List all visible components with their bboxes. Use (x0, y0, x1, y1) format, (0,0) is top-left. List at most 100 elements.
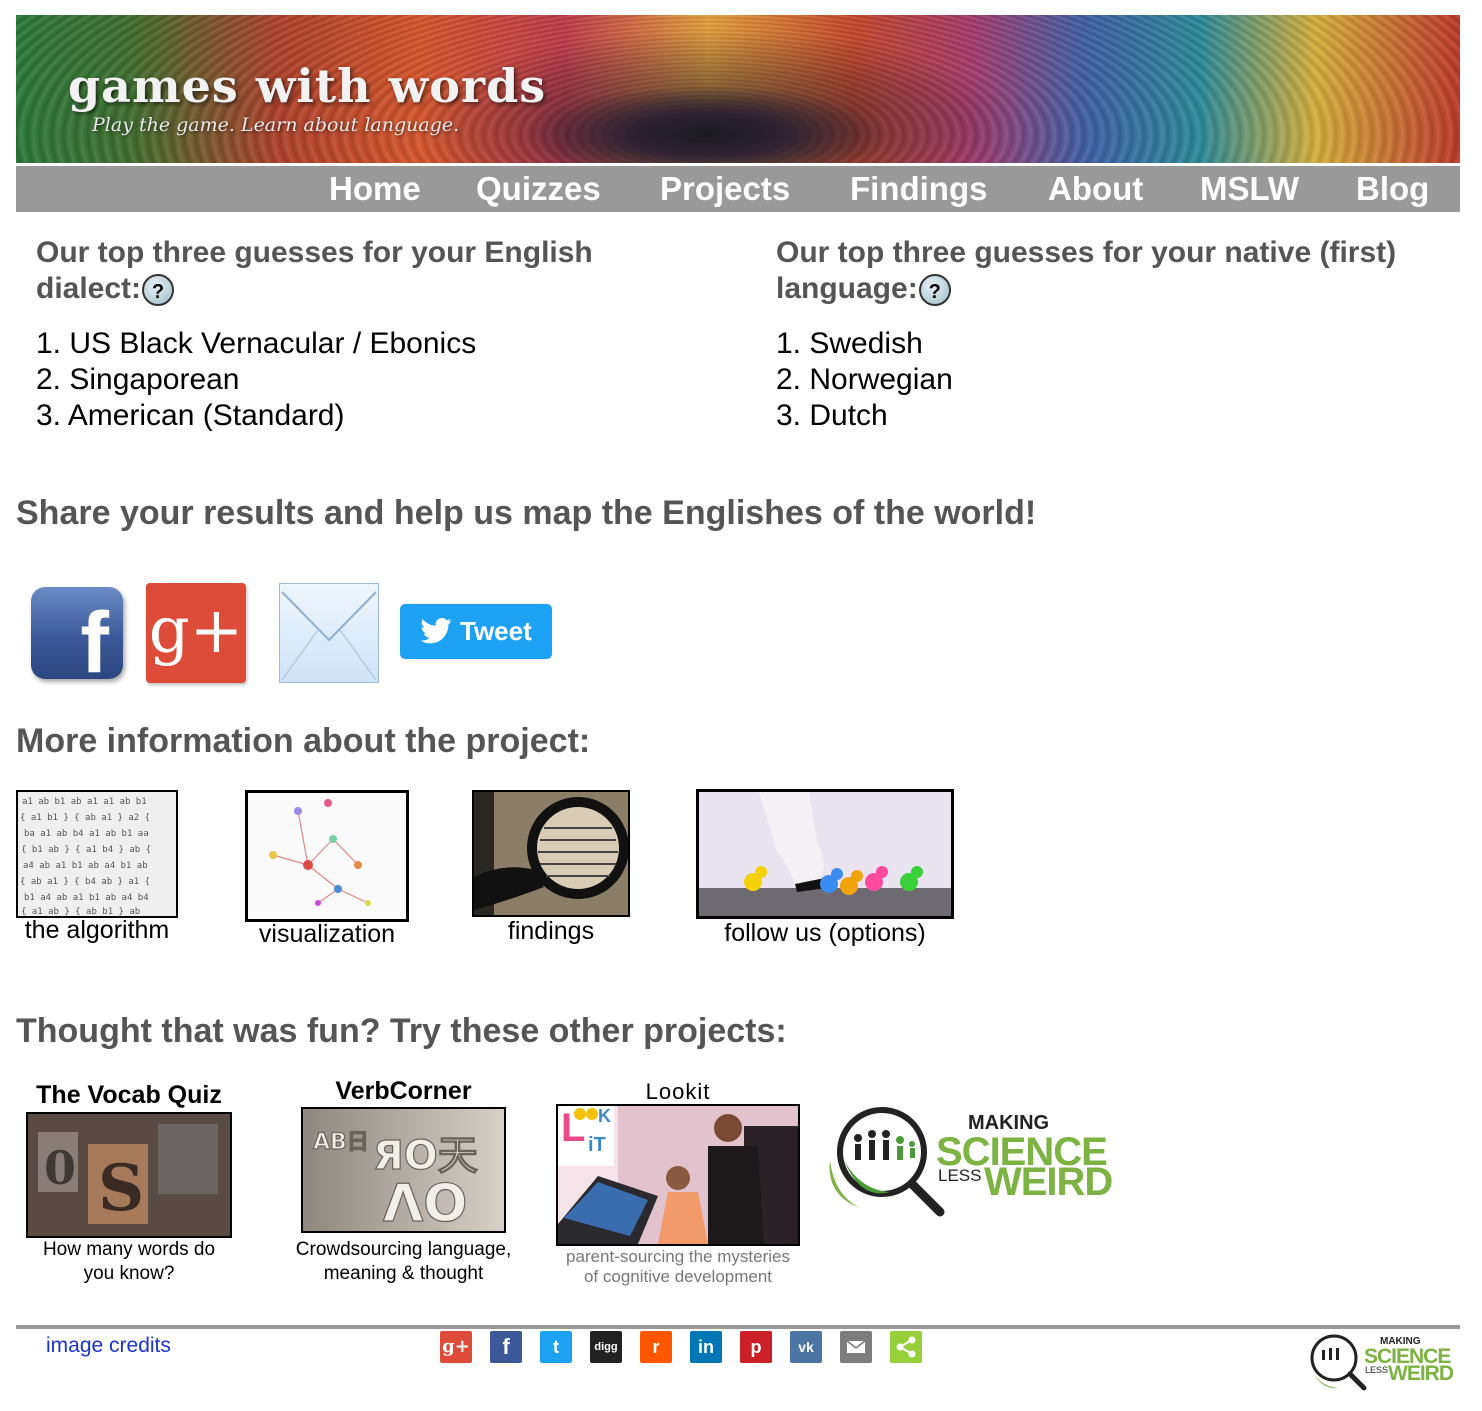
dialect-heading-line2: dialect: (36, 272, 142, 305)
visualization-thumbnail (245, 790, 409, 922)
pinterest-icon[interactable]: p (740, 1331, 772, 1363)
magnifier-people-icon (829, 1107, 945, 1217)
characters-image: ЯΟ天 ΛO AB日 (303, 1109, 504, 1231)
native-heading-line2: language: (776, 272, 918, 305)
vocab-quiz-title: The Vocab Quiz (36, 1081, 222, 1109)
dialect-list: 1. US Black Vernacular / Ebonics 2. Sing… (36, 326, 476, 434)
lookit-logo: L K iT (558, 1106, 614, 1166)
email-icon[interactable] (840, 1331, 872, 1363)
googleplus-share-button[interactable]: g+ (146, 583, 246, 683)
svg-text:a4 ab a1 b1 ab a4 b1 ab: a4 ab a1 b1 ab a4 b1 ab (23, 861, 148, 871)
lookit-logo-it: iT (588, 1134, 606, 1156)
twitter-bird-icon (420, 618, 452, 644)
dialect-help-icon[interactable]: ? (142, 274, 175, 307)
googleplus-icon[interactable]: g+ (440, 1331, 472, 1363)
follow-us-caption: follow us (options) (724, 919, 926, 947)
mslw-less: LESS (938, 1166, 982, 1185)
visualization-image (248, 793, 406, 919)
header-banner[interactable]: games with words Play the game. Learn ab… (16, 15, 1460, 163)
footer-mslw-less: LESS (1365, 1365, 1389, 1375)
svg-text:{ a1 ab } { ab b1 } ab: { a1 ab } { ab b1 } ab (21, 907, 140, 916)
magnifier-image (474, 792, 628, 915)
more-info-heading: More information about the project: (16, 722, 591, 760)
native-heading-line1: Our top three guesses for your native (f… (776, 236, 1397, 269)
vk-icon[interactable]: vk (790, 1331, 822, 1363)
magnifier-people-icon (1310, 1334, 1367, 1391)
verbcorner-caption-line1: Crowdsourcing language, (295, 1239, 512, 1260)
follow-us-thumbnail (696, 789, 954, 919)
native-heading: Our top three guesses for your native (f… (776, 235, 1476, 307)
lookit-logo-k: K (598, 1106, 611, 1126)
verbcorner-caption-line2: meaning & thought (323, 1263, 484, 1284)
dialect-item: 1. US Black Vernacular / Ebonics (36, 327, 477, 360)
svg-text:{ a1 b1 } { ab a1 } a2 {: { a1 b1 } { ab a1 } a2 { (20, 813, 150, 823)
lookit-logo-eye (586, 1108, 598, 1120)
footer-mslw-weird: WEIRD (1388, 1362, 1454, 1385)
nav-blog[interactable]: Blog (1356, 170, 1429, 208)
svg-text:ЯΟ天: ЯΟ天 (373, 1133, 478, 1179)
svg-text:{ ab a1 } { b4 ab } a1 {: { ab a1 } { b4 ab } a1 { (20, 877, 150, 887)
footer-mslw-logo[interactable]: MAKING SCIENCE LESS WEIRD (1302, 1330, 1462, 1396)
nav-home[interactable]: Home (329, 170, 421, 208)
tweet-button[interactable]: Tweet (400, 604, 552, 659)
share-heading: Share your results and help us map the E… (16, 494, 1037, 532)
share-icon[interactable] (890, 1331, 922, 1363)
vocab-quiz-caption-line1: How many words do (42, 1239, 216, 1260)
svg-text:ba a1 ab b4 a1 ab b1 aa: ba a1 ab b4 a1 ab b1 aa (24, 829, 149, 839)
facebook-share-button[interactable]: f (31, 587, 123, 679)
lookit-caption-line2: of cognitive development (583, 1267, 773, 1286)
verbcorner-caption: Crowdsourcing language, meaning & though… (281, 1238, 526, 1286)
mslw-link[interactable]: MAKING SCIENCE LESS WEIRD (820, 1100, 1130, 1220)
nav-about[interactable]: About (1048, 170, 1143, 208)
algorithm-caption: the algorithm (24, 916, 170, 944)
image-credits-link[interactable]: image credits (46, 1334, 171, 1358)
nav-findings[interactable]: Findings (850, 170, 987, 208)
svg-text:a1 ab b1 ab a1 a1 ab b1: a1 ab b1 ab a1 a1 ab b1 (22, 797, 147, 807)
svg-text:{ b1 ab } { a1 b4 } ab {: { b1 ab } { a1 b4 } ab { (21, 845, 151, 855)
native-list: 1. Swedish 2. Norwegian 3. Dutch (776, 326, 953, 434)
other-projects-heading: Thought that was fun? Try these other pr… (16, 1012, 787, 1050)
lookit-title: Lookit (645, 1079, 711, 1104)
lookit-caption: parent-sourcing the mysteries of cogniti… (546, 1247, 810, 1287)
svg-text:S: S (98, 1151, 144, 1226)
verbcorner-thumbnail: ЯΟ天 ΛO AB日 (301, 1107, 506, 1233)
dialect-item: 2. Singaporean (36, 363, 240, 396)
facebook-icon: f (80, 595, 109, 679)
envelope-glyph (846, 1340, 866, 1353)
native-help-icon[interactable]: ? (918, 274, 951, 307)
lookit-caption-line1: parent-sourcing the mysteries (566, 1247, 790, 1266)
email-share-button[interactable] (279, 583, 379, 683)
native-item: 1. Swedish (776, 327, 923, 360)
share-glyph (896, 1336, 916, 1358)
footer-divider (16, 1325, 1460, 1329)
tweet-label: Tweet (460, 616, 532, 646)
nav-quizzes[interactable]: Quizzes (476, 170, 601, 208)
algorithm-thumbnail: a1 ab b1 ab a1 a1 ab b1 { a1 b1 } { ab a… (16, 790, 178, 918)
main-nav: Home Quizzes Projects Findings About MSL… (16, 166, 1460, 212)
nav-mslw[interactable]: MSLW (1200, 170, 1299, 208)
lookit-logo-eye (574, 1108, 586, 1120)
reddit-icon[interactable]: r (640, 1331, 672, 1363)
site-tagline: Play the game. Learn about language. (92, 114, 460, 136)
dialect-heading: Our top three guesses for your English d… (36, 235, 736, 307)
dialect-item: 3. American (Standard) (36, 399, 345, 432)
linkedin-icon[interactable]: in (690, 1331, 722, 1363)
ducks-image (699, 792, 951, 916)
vocab-quiz-thumbnail: S 0 (26, 1112, 232, 1238)
dialect-heading-line1: Our top three guesses for your English (36, 236, 593, 269)
site-title: games with words (68, 59, 547, 113)
nav-projects[interactable]: Projects (660, 170, 790, 208)
findings-caption: findings (507, 917, 595, 945)
visualization-caption: visualization (258, 920, 396, 948)
svg-text:0: 0 (44, 1141, 76, 1195)
digg-icon[interactable]: digg (590, 1331, 622, 1363)
envelope-icon (281, 591, 377, 681)
svg-text:AB日: AB日 (313, 1130, 369, 1155)
findings-thumbnail (472, 790, 630, 917)
native-item: 2. Norwegian (776, 363, 953, 396)
verbcorner-title: VerbCorner (335, 1077, 472, 1105)
twitter-icon[interactable]: t (540, 1331, 572, 1363)
facebook-icon[interactable]: f (490, 1331, 522, 1363)
googleplus-icon: g+ (148, 594, 244, 668)
vocab-quiz-caption-line2: you know? (83, 1263, 175, 1284)
